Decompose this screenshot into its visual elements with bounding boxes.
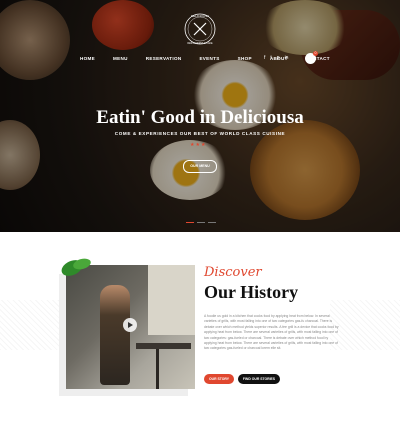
hero-title: Eatin' Good in Deliciousa <box>96 107 304 128</box>
pinterest-icon[interactable]: p <box>277 55 280 61</box>
section-title: Our History <box>204 282 299 302</box>
instagram-icon[interactable]: in <box>285 55 289 61</box>
right-pattern <box>330 300 400 350</box>
our-story-button[interactable]: OUR STORY <box>204 374 234 384</box>
our-menu-button[interactable]: OUR MENU <box>183 160 217 173</box>
find-our-stories-button[interactable]: FIND OUR STORIES <box>238 374 280 384</box>
chair-image <box>156 349 159 389</box>
slider-dot[interactable] <box>197 222 205 223</box>
facebook-icon[interactable]: f <box>264 55 265 61</box>
hero-banner: DELICIOUSA RESTAURANT & CAFE HOME MENU R… <box>0 0 400 232</box>
cart-count-badge: 0 <box>313 51 318 56</box>
play-video-button[interactable] <box>123 318 137 332</box>
window-image <box>148 265 195 335</box>
brand-tagline: RESTAURANT & CAFE <box>187 42 213 45</box>
nav-item-shop[interactable]: SHOP <box>238 56 252 61</box>
nav-item-menu[interactable]: MENU <box>113 56 128 61</box>
woman-figure <box>100 285 130 385</box>
restaurant-logo[interactable]: DELICIOUSA RESTAURANT & CAFE <box>178 10 222 48</box>
nav-item-events[interactable]: EVENTS <box>199 56 219 61</box>
slider-pagination <box>186 222 216 223</box>
hero-stars: ★★★ <box>190 142 207 148</box>
slider-dot[interactable] <box>208 222 216 223</box>
brand-name: DELICIOUSA <box>191 14 209 18</box>
hero-subtitle: COME & EXPERIENCES OUR BEST OF WORLD CLA… <box>114 131 286 136</box>
basil-leaf-icon <box>61 258 91 276</box>
nav-item-reservation[interactable]: RESERVATION <box>146 56 182 61</box>
section-script-title: Discover <box>204 265 262 280</box>
social-links: f t p in <box>264 55 288 61</box>
slider-dot[interactable] <box>186 222 194 223</box>
cart-icon[interactable]: 0 <box>305 51 318 64</box>
table-image <box>136 343 191 349</box>
twitter-icon[interactable]: t <box>270 55 271 61</box>
history-paragraph: A foodie us gold in a kitchen that cooks… <box>204 314 339 351</box>
nav-item-home[interactable]: HOME <box>80 56 95 61</box>
